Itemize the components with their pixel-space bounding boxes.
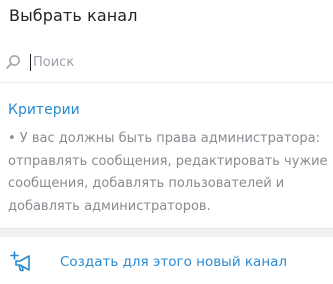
search-icon <box>6 55 20 69</box>
create-new-channel-button[interactable]: Создать для этого новый канал <box>0 240 333 284</box>
search-bar[interactable] <box>0 48 333 78</box>
text-caret <box>30 54 31 71</box>
criteria-heading: Критерии <box>8 102 80 118</box>
megaphone-plus-icon <box>10 251 30 272</box>
dialog-title: Выбрать канал <box>9 6 138 25</box>
create-new-channel-label: Создать для этого новый канал <box>60 254 288 270</box>
section-divider <box>0 228 333 237</box>
divider <box>0 82 333 83</box>
criteria-description: • У вас должны быть права администратора… <box>8 131 328 214</box>
select-channel-dialog: Выбрать канал Критерии • У вас должны бы… <box>0 0 333 284</box>
search-input[interactable] <box>33 52 313 72</box>
